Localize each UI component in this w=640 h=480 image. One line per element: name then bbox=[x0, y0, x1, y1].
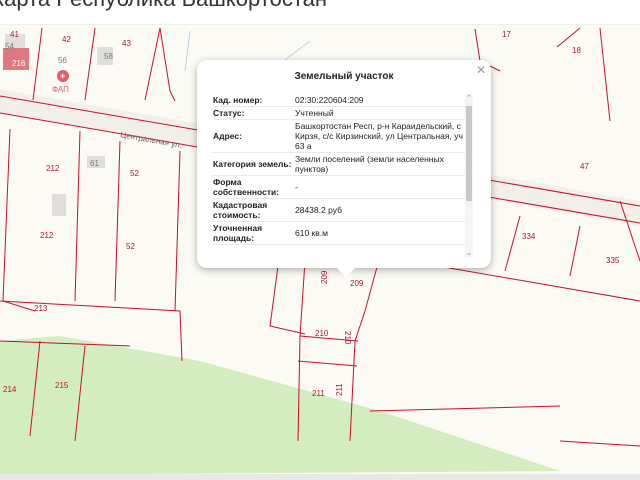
property-row: Адрес: Башкортостан Респ, р-н Караидельск… bbox=[213, 120, 465, 153]
svg-text:56: 56 bbox=[58, 56, 67, 65]
property-row: Кад. номер: 02:30:220604:209 bbox=[213, 94, 465, 107]
property-row: Категория земель: Земли поселений (земли … bbox=[213, 153, 465, 176]
svg-text:61: 61 bbox=[90, 159, 99, 168]
property-row: Кадастровая стоимость: 28438.2 руб bbox=[213, 199, 465, 222]
svg-text:209: 209 bbox=[350, 279, 364, 288]
svg-text:211: 211 bbox=[335, 383, 344, 396]
svg-text:52: 52 bbox=[130, 169, 139, 178]
building bbox=[52, 194, 66, 216]
page-header: карта Республика Башкортостан bbox=[0, 0, 640, 24]
bottom-bar bbox=[0, 474, 640, 480]
poi-label: ФАП bbox=[52, 85, 69, 94]
scroll-up-icon[interactable]: ⌃ bbox=[465, 94, 473, 102]
svg-text:335: 335 bbox=[606, 256, 620, 265]
svg-text:212: 212 bbox=[40, 231, 54, 240]
svg-text:52: 52 bbox=[126, 242, 135, 251]
svg-text:41: 41 bbox=[10, 30, 19, 39]
svg-text:54: 54 bbox=[5, 42, 14, 51]
svg-text:214: 214 bbox=[3, 385, 17, 394]
svg-text:210: 210 bbox=[343, 331, 352, 345]
popup-scrollbar[interactable]: ⌃ ⌄ bbox=[465, 94, 473, 257]
svg-text:209: 209 bbox=[320, 270, 329, 284]
svg-text:47: 47 bbox=[580, 162, 589, 171]
svg-text:210: 210 bbox=[315, 329, 329, 338]
svg-text:+: + bbox=[60, 71, 65, 81]
svg-text:42: 42 bbox=[62, 35, 71, 44]
svg-text:334: 334 bbox=[522, 232, 536, 241]
svg-text:213: 213 bbox=[34, 304, 48, 313]
svg-text:215: 215 bbox=[55, 381, 69, 390]
svg-text:18: 18 bbox=[572, 46, 581, 55]
svg-text:58: 58 bbox=[104, 52, 113, 61]
property-row: Статус: Учтенный bbox=[213, 107, 465, 120]
popup-title: Земельный участок bbox=[294, 71, 394, 82]
scroll-down-icon[interactable]: ⌄ bbox=[465, 249, 473, 257]
svg-text:216: 216 bbox=[12, 59, 26, 68]
property-row: Форма собственности: - bbox=[213, 176, 465, 199]
svg-text:43: 43 bbox=[122, 39, 131, 48]
svg-text:212: 212 bbox=[46, 164, 60, 173]
svg-text:17: 17 bbox=[502, 30, 511, 39]
scrollbar-thumb[interactable] bbox=[466, 106, 472, 201]
parcel-properties: Кад. номер: 02:30:220604:209 Статус: Учтен… bbox=[213, 94, 465, 256]
page-title: карта Республика Башкортостан bbox=[0, 0, 327, 12]
svg-text:211: 211 bbox=[312, 389, 325, 398]
property-row: Уточненная площадь: 610 кв.м bbox=[213, 222, 465, 245]
parcel-info-popup: ✕ Земельный участок Кад. номер: 02:30:220… bbox=[197, 60, 491, 277]
